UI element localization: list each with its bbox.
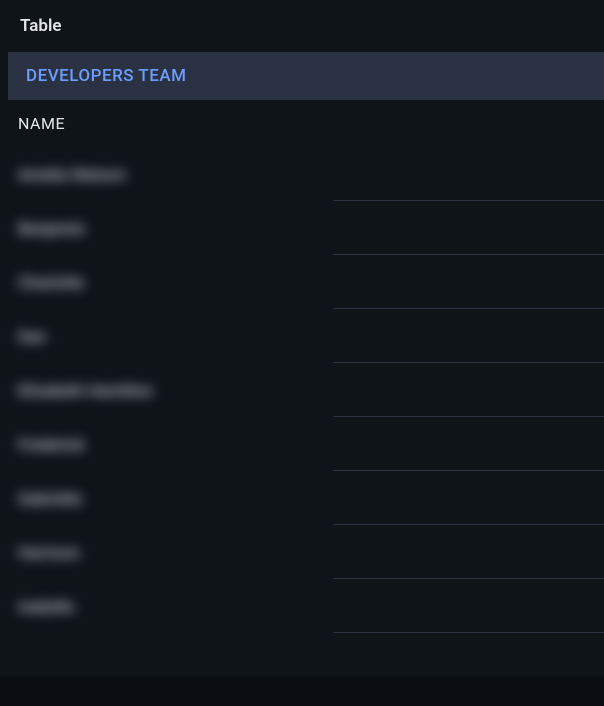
name-text: Elizabeth Hamilton [18,381,153,400]
table-row[interactable]: Elizabeth Hamilton [8,363,604,417]
name-text: Benjamin [18,219,85,238]
name-text: Amelia Watson [18,165,126,184]
column-header-name: NAME [0,100,604,147]
name-text: Harrison [18,543,80,562]
page-title: Table [0,0,604,52]
name-cell: Benjamin [8,219,85,238]
section-header-text: DEVELOPERS TEAM [26,66,187,86]
table-row[interactable]: Frederick [8,417,604,471]
name-cell: Frederick [8,435,85,454]
column-header-name-text: NAME [18,114,65,133]
name-text: Gabriella [18,489,82,508]
name-cell: Isabella [8,597,74,616]
table-row[interactable]: Benjamin [8,201,604,255]
name-cell: Charlotte [8,273,84,292]
table-body: Amelia Watson Benjamin Charlotte Dan Eli… [8,147,604,633]
table-row[interactable]: Harrison [8,525,604,579]
name-text: Isabella [18,597,74,616]
table-row[interactable]: Amelia Watson [8,147,604,201]
name-cell: Dan [8,327,46,346]
table-row[interactable]: Dan [8,309,604,363]
table-row[interactable]: Isabella [8,579,604,633]
name-cell: Harrison [8,543,80,562]
section-header[interactable]: DEVELOPERS TEAM [8,52,604,100]
name-text: Charlotte [18,273,84,292]
table-row[interactable]: Charlotte [8,255,604,309]
name-text: Frederick [18,435,85,454]
page-title-text: Table [20,16,62,36]
name-cell: Elizabeth Hamilton [8,381,153,400]
name-text: Dan [18,327,46,346]
name-cell: Amelia Watson [8,165,126,184]
table-row[interactable]: Gabriella [8,471,604,525]
name-cell: Gabriella [8,489,82,508]
footer-bar [0,676,604,706]
